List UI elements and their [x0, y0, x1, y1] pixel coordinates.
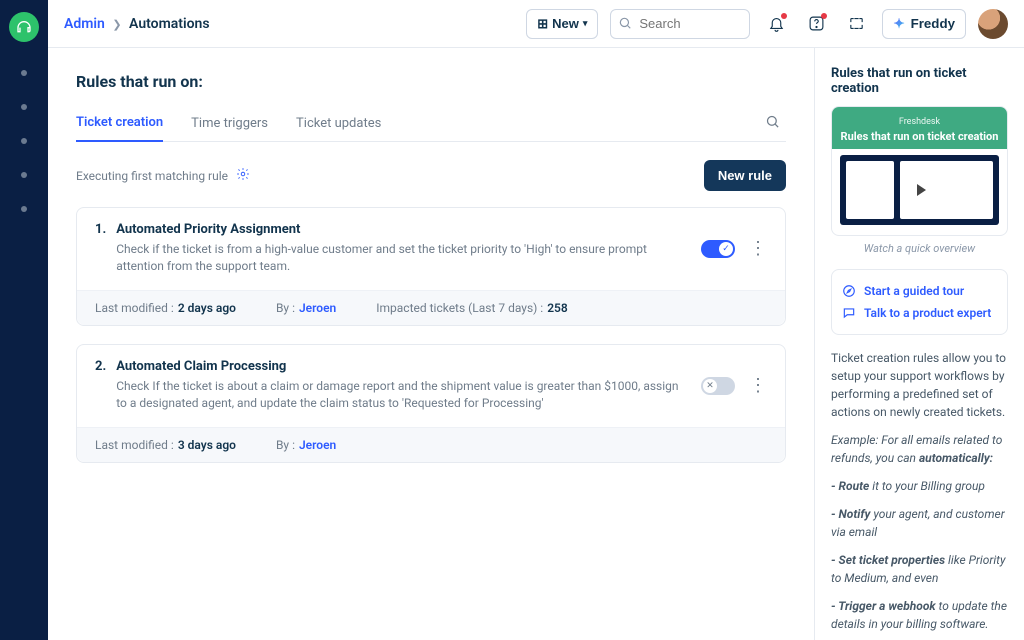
meta-impacted-label: Impacted tickets (Last 7 days) :: [376, 301, 543, 315]
rule-card[interactable]: 2. Automated Claim Processing Check If t…: [76, 344, 786, 463]
topbar: Admin ❯ Automations ⊞ New ▾: [48, 0, 1024, 48]
page-title: Rules that run on:: [76, 72, 786, 91]
app-root: Admin ❯ Automations ⊞ New ▾: [0, 0, 1024, 640]
breadcrumb-separator: ❯: [112, 18, 121, 31]
aside-panel: Rules that run on ticket creation Freshd…: [814, 48, 1024, 640]
execution-text: Executing first matching rule: [76, 167, 250, 184]
search-icon: [618, 16, 632, 34]
sparkle-icon: ✦: [893, 16, 904, 32]
rule-title: Automated Priority Assignment: [116, 222, 691, 237]
sidebar-nav-item[interactable]: [21, 172, 27, 178]
video-preview: [840, 155, 999, 225]
meta-by-label: By :: [276, 438, 295, 452]
rules-search-icon[interactable]: [765, 114, 786, 133]
sidebar-rail: [0, 0, 48, 640]
aside-example: Example: For all emails related to refun…: [831, 431, 1008, 467]
search-wrap: [610, 9, 750, 39]
rule-description: Check If the ticket is about a claim or …: [116, 378, 691, 413]
sidebar-nav-item[interactable]: [21, 206, 27, 212]
kebab-icon[interactable]: ⋮: [749, 377, 767, 395]
meta-by-value[interactable]: Jeroen: [299, 301, 336, 315]
guided-tour-link[interactable]: Start a guided tour: [842, 280, 997, 302]
brand-logo[interactable]: [9, 12, 39, 42]
video-thumbnail[interactable]: Freshdesk Rules that run on ticket creat…: [831, 106, 1008, 236]
avatar[interactable]: [978, 9, 1008, 39]
execution-row: Executing first matching rule New rule: [76, 160, 786, 191]
compass-icon: [842, 284, 856, 298]
kebab-icon[interactable]: ⋮: [749, 240, 767, 258]
notifications-icon[interactable]: [762, 10, 790, 38]
apps-icon[interactable]: [842, 10, 870, 38]
content-main: Rules that run on: Ticket creation Time …: [48, 48, 814, 640]
meta-impacted-value: 258: [547, 301, 568, 315]
breadcrumb-admin[interactable]: Admin: [64, 16, 105, 32]
aside-bullet: - Trigger a webhook to update the detail…: [831, 597, 1008, 633]
freddy-label: Freddy: [911, 16, 955, 31]
aside-bullet: - Route it to your Billing group: [831, 477, 1008, 495]
execution-label: Executing first matching rule: [76, 169, 228, 183]
meta-modified-label: Last modified :: [95, 301, 174, 315]
new-button[interactable]: ⊞ New ▾: [526, 9, 598, 39]
new-rule-button[interactable]: New rule: [704, 160, 786, 191]
rule-card[interactable]: 1. Automated Priority Assignment Check i…: [76, 207, 786, 326]
help-links-card: Start a guided tour Talk to a product ex…: [831, 269, 1008, 335]
new-button-label: New: [552, 16, 579, 31]
video-caption: Watch a quick overview: [831, 242, 1008, 255]
rule-toggle[interactable]: ✓: [701, 240, 735, 258]
rule-description: Check if the ticket is from a high-value…: [116, 241, 691, 276]
meta-by-value[interactable]: Jeroen: [299, 438, 336, 452]
rule-meta: Last modified : 2 days ago By : Jeroen Imp…: [77, 290, 785, 325]
breadcrumb: Admin ❯ Automations: [64, 16, 210, 32]
meta-modified-label: Last modified :: [95, 438, 174, 452]
tab-ticket-creation[interactable]: Ticket creation: [76, 105, 163, 142]
rule-number: 2.: [95, 359, 106, 413]
content-row: Rules that run on: Ticket creation Time …: [48, 48, 1024, 640]
help-icon[interactable]: [802, 10, 830, 38]
aside-bullet: - Notify your agent, and customer via em…: [831, 505, 1008, 541]
video-title: Rules that run on ticket creation: [841, 130, 999, 143]
product-expert-label: Talk to a product expert: [864, 306, 991, 320]
plus-icon: ⊞: [537, 16, 548, 32]
aside-title: Rules that run on ticket creation: [831, 66, 1008, 96]
gear-icon[interactable]: [236, 167, 250, 184]
video-brand: Freshdesk: [840, 117, 999, 127]
breadcrumb-current: Automations: [129, 16, 210, 32]
rule-meta: Last modified : 3 days ago By : Jeroen: [77, 427, 785, 462]
meta-modified-value: 3 days ago: [178, 438, 236, 452]
rule-title: Automated Claim Processing: [116, 359, 691, 374]
tab-ticket-updates[interactable]: Ticket updates: [296, 106, 381, 141]
chevron-down-icon: ▾: [583, 18, 588, 29]
product-expert-link[interactable]: Talk to a product expert: [842, 302, 997, 324]
tabs: Ticket creation Time triggers Ticket upd…: [76, 105, 786, 142]
aside-paragraph: Ticket creation rules allow you to setup…: [831, 349, 1008, 421]
sidebar-nav-item[interactable]: [21, 104, 27, 110]
tab-time-triggers[interactable]: Time triggers: [191, 106, 268, 141]
meta-modified-value: 2 days ago: [178, 301, 236, 315]
play-icon[interactable]: [904, 174, 936, 206]
rule-number: 1.: [95, 222, 106, 276]
sidebar-nav-item[interactable]: [21, 70, 27, 76]
chat-icon: [842, 306, 856, 320]
freddy-button[interactable]: ✦ Freddy: [882, 9, 966, 39]
rule-toggle[interactable]: ✕: [701, 377, 735, 395]
meta-by-label: By :: [276, 301, 295, 315]
sidebar-nav-item[interactable]: [21, 138, 27, 144]
aside-bullet: - Set ticket properties like Priority to…: [831, 551, 1008, 587]
guided-tour-label: Start a guided tour: [864, 284, 964, 298]
main-column: Admin ❯ Automations ⊞ New ▾: [48, 0, 1024, 640]
